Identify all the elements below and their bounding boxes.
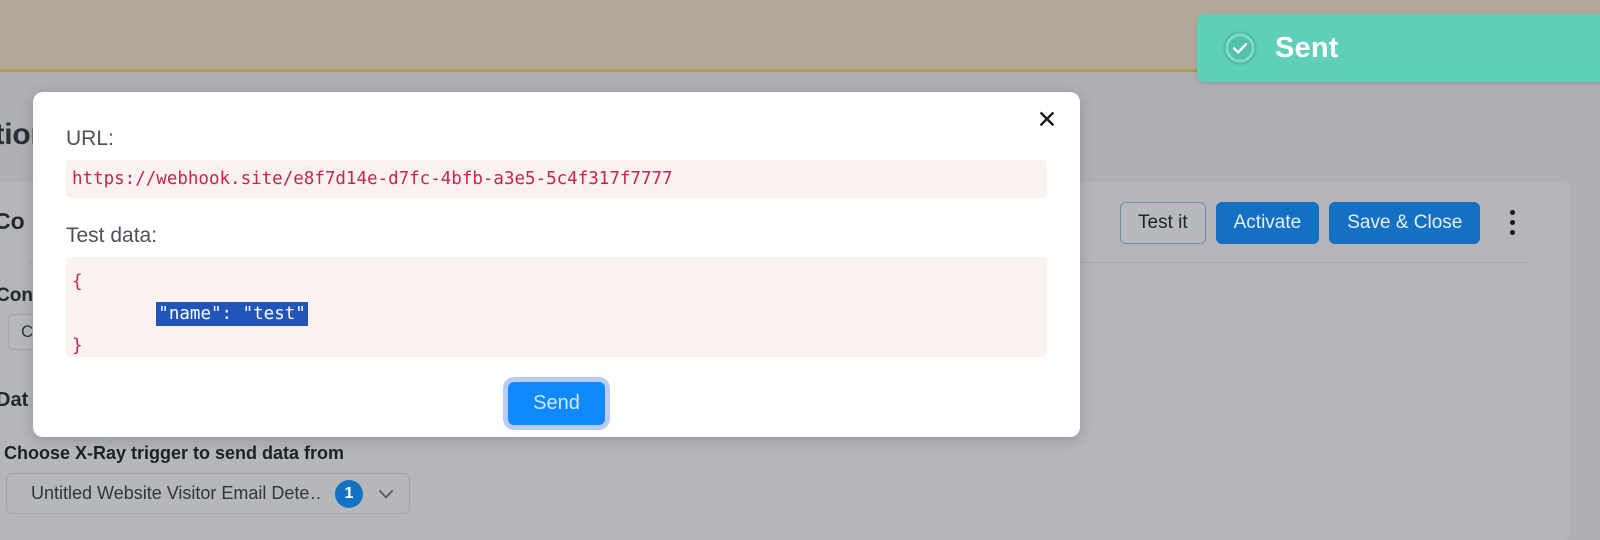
url-value[interactable]: https://webhook.site/e8f7d14e-d7fc-4bfb-… <box>66 160 1047 199</box>
modal-body: URL: https://webhook.site/e8f7d14e-d7fc-… <box>66 126 1047 426</box>
config-field-label: Con <box>0 285 33 306</box>
json-selection: "name": "test" <box>156 302 308 327</box>
data-section-label: Dat <box>0 389 29 411</box>
xray-trigger-selected-value: Untitled Website Visitor Email Dete… <box>31 483 323 503</box>
save-and-close-button[interactable]: Save & Close <box>1329 202 1481 244</box>
card-action-buttons: Test it Activate Save & Close <box>1120 202 1526 244</box>
sent-toast-notification: Sent <box>1197 14 1600 82</box>
test-data-label: Test data: <box>66 224 158 248</box>
test-data-editor[interactable]: { "name": "test" } <box>66 257 1047 358</box>
xray-trigger-select[interactable]: Untitled Website Visitor Email Dete… 1 <box>6 473 410 514</box>
url-label: URL: <box>66 127 114 150</box>
json-line-selected: "name": "test" <box>72 298 1041 330</box>
json-line-open: { <box>72 272 83 293</box>
check-circle-icon <box>1223 31 1257 65</box>
xray-trigger-count-badge: 1 <box>335 479 363 508</box>
json-line-close: } <box>72 336 83 357</box>
xray-trigger-label: Choose X-Ray trigger to send data from <box>4 443 345 463</box>
activate-button[interactable]: Activate <box>1215 202 1320 244</box>
chevron-down-icon <box>375 483 397 505</box>
test-webhook-modal: ✕ URL: https://webhook.site/e8f7d14e-d7f… <box>33 92 1080 437</box>
send-button[interactable]: Send <box>508 382 605 426</box>
send-row: Send <box>66 382 1047 426</box>
kebab-menu-icon[interactable] <box>1498 203 1526 243</box>
test-it-button[interactable]: Test it <box>1120 202 1206 244</box>
toast-message: Sent <box>1275 31 1339 64</box>
section-heading: Co <box>0 208 25 234</box>
